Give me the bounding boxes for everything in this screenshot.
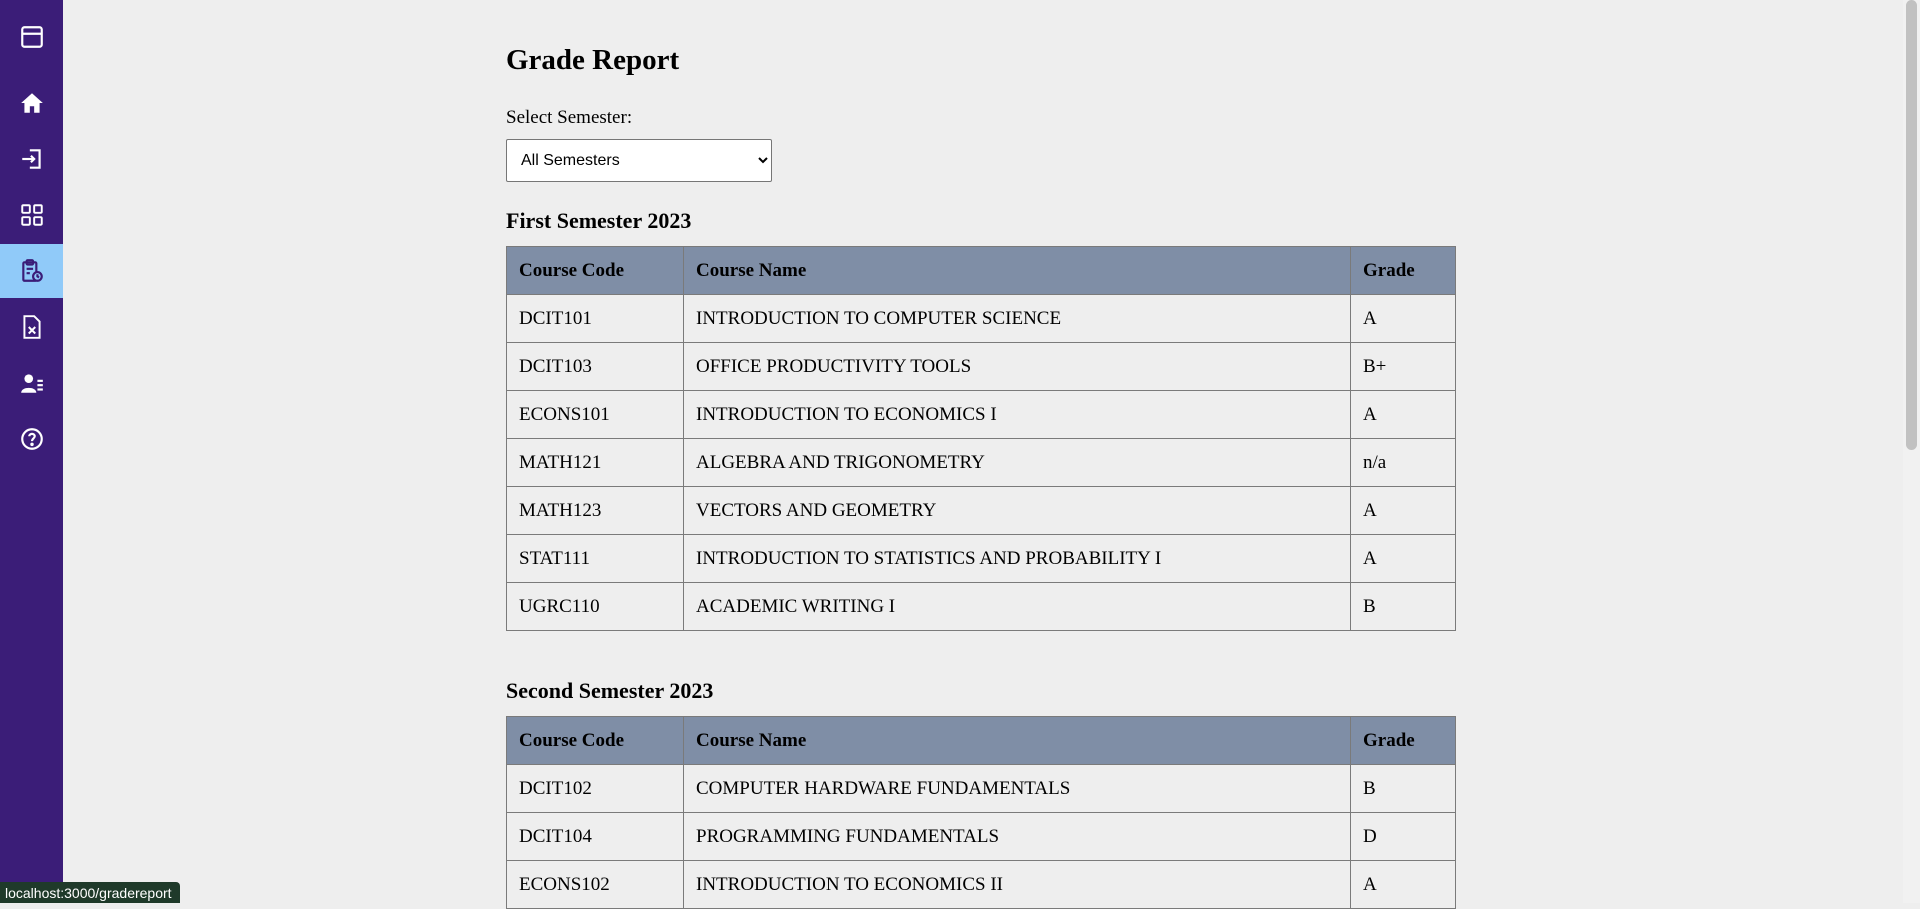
status-bar-url: localhost:3000/gradereport xyxy=(0,882,180,903)
scrollbar-thumb[interactable] xyxy=(1906,0,1917,450)
course-grade: A xyxy=(1351,535,1456,583)
table-row: ECONS102 INTRODUCTION TO ECONOMICS II A xyxy=(507,861,1456,909)
course-name: INTRODUCTION TO COMPUTER SCIENCE xyxy=(684,295,1351,343)
header-course-name: Course Name xyxy=(684,717,1351,765)
sidebar-item-signin[interactable] xyxy=(0,132,63,186)
table-row: UGRC110 ACADEMIC WRITING I B xyxy=(507,583,1456,631)
help-circle-icon xyxy=(19,426,45,452)
semester-title: First Semester 2023 xyxy=(506,208,691,234)
grades-table: Course Code Course Name Grade DCIT101 IN… xyxy=(506,246,1456,631)
course-grade: D xyxy=(1351,813,1456,861)
course-code: DCIT104 xyxy=(507,813,684,861)
table-row: DCIT103 OFFICE PRODUCTIVITY TOOLS B+ xyxy=(507,343,1456,391)
grades-table: Course Code Course Name Grade DCIT102 CO… xyxy=(506,716,1456,909)
semester-title: Second Semester 2023 xyxy=(506,678,713,704)
course-name: ALGEBRA AND TRIGONOMETRY xyxy=(684,439,1351,487)
sidebar-item-dashboard[interactable] xyxy=(0,188,63,242)
sidebar-item-grade-report[interactable] xyxy=(0,244,63,298)
course-name: VECTORS AND GEOMETRY xyxy=(684,487,1351,535)
file-x-icon xyxy=(19,314,45,340)
course-grade: n/a xyxy=(1351,439,1456,487)
course-code: UGRC110 xyxy=(507,583,684,631)
course-code: MATH123 xyxy=(507,487,684,535)
window-icon xyxy=(19,24,45,50)
course-name: INTRODUCTION TO ECONOMICS I xyxy=(684,391,1351,439)
course-grade: B xyxy=(1351,583,1456,631)
course-code: DCIT103 xyxy=(507,343,684,391)
course-grade: B xyxy=(1351,765,1456,813)
course-code: DCIT101 xyxy=(507,295,684,343)
course-grade: A xyxy=(1351,295,1456,343)
course-name: PROGRAMMING FUNDAMENTALS xyxy=(684,813,1351,861)
header-course-name: Course Name xyxy=(684,247,1351,295)
course-grade: A xyxy=(1351,861,1456,909)
table-header-row: Course Code Course Name Grade xyxy=(507,247,1456,295)
course-grade: A xyxy=(1351,391,1456,439)
scrollbar[interactable] xyxy=(1903,0,1920,903)
header-grade: Grade xyxy=(1351,717,1456,765)
table-row: ECONS101 INTRODUCTION TO ECONOMICS I A xyxy=(507,391,1456,439)
header-grade: Grade xyxy=(1351,247,1456,295)
course-name: INTRODUCTION TO STATISTICS AND PROBABILI… xyxy=(684,535,1351,583)
user-list-icon xyxy=(19,370,45,396)
semester-select[interactable]: All Semesters xyxy=(506,139,772,182)
course-code: ECONS101 xyxy=(507,391,684,439)
select-semester-label: Select Semester: xyxy=(506,107,632,129)
table-row: DCIT102 COMPUTER HARDWARE FUNDAMENTALS B xyxy=(507,765,1456,813)
page-title: Grade Report xyxy=(506,44,679,77)
sidebar-item-profile[interactable] xyxy=(0,356,63,410)
course-code: STAT111 xyxy=(507,535,684,583)
sidebar-item-help[interactable] xyxy=(0,412,63,466)
course-code: ECONS102 xyxy=(507,861,684,909)
course-name: INTRODUCTION TO ECONOMICS II xyxy=(684,861,1351,909)
table-row: MATH123 VECTORS AND GEOMETRY A xyxy=(507,487,1456,535)
clipboard-clock-icon xyxy=(19,258,45,284)
sidebar-item-file[interactable] xyxy=(0,300,63,354)
course-name: ACADEMIC WRITING I xyxy=(684,583,1351,631)
header-course-code: Course Code xyxy=(507,717,684,765)
course-code: DCIT102 xyxy=(507,765,684,813)
course-grade: A xyxy=(1351,487,1456,535)
dashboard-grid-icon xyxy=(19,202,45,228)
course-name: OFFICE PRODUCTIVITY TOOLS xyxy=(684,343,1351,391)
table-row: DCIT104 PROGRAMMING FUNDAMENTALS D xyxy=(507,813,1456,861)
sidebar-item-home[interactable] xyxy=(0,76,63,130)
table-header-row: Course Code Course Name Grade xyxy=(507,717,1456,765)
sign-in-icon xyxy=(19,146,45,172)
table-row: MATH121 ALGEBRA AND TRIGONOMETRY n/a xyxy=(507,439,1456,487)
course-name: COMPUTER HARDWARE FUNDAMENTALS xyxy=(684,765,1351,813)
table-row: DCIT101 INTRODUCTION TO COMPUTER SCIENCE… xyxy=(507,295,1456,343)
course-code: MATH121 xyxy=(507,439,684,487)
home-icon xyxy=(19,90,45,116)
table-row: STAT111 INTRODUCTION TO STATISTICS AND P… xyxy=(507,535,1456,583)
header-course-code: Course Code xyxy=(507,247,684,295)
course-grade: B+ xyxy=(1351,343,1456,391)
sidebar xyxy=(0,0,63,903)
sidebar-item-toggle[interactable] xyxy=(0,10,63,64)
